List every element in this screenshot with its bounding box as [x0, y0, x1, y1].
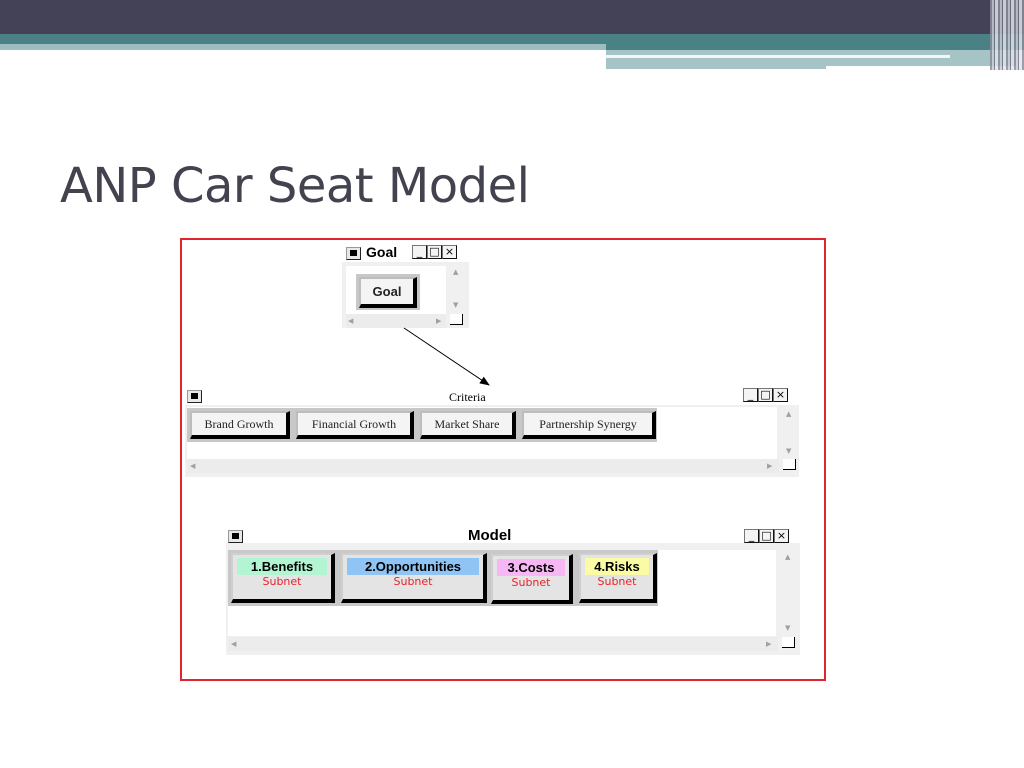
close-icon[interactable]: × — [773, 388, 788, 402]
scroll-right-icon[interactable]: ▶ — [767, 462, 772, 470]
slide-title: ANP Car Seat Model — [60, 158, 530, 214]
criteria-node-partnership-synergy[interactable]: Partnership Synergy — [522, 411, 656, 439]
model-window-titlebar — [226, 525, 800, 543]
model-window-title: Model — [468, 527, 512, 544]
criteria-horizontal-scrollbar[interactable]: ◀ ▶ — [187, 459, 779, 473]
model-window-controls: _ □ × — [744, 529, 789, 543]
goal-node-label: Goal — [372, 284, 402, 299]
node-label: 2.Opportunities — [347, 558, 479, 575]
goal-size-grip[interactable] — [450, 314, 463, 325]
scroll-up-icon[interactable]: ▲ — [453, 268, 458, 276]
maximize-icon[interactable]: □ — [758, 388, 773, 402]
subnet-label: Subnet — [511, 576, 551, 589]
header-band-light — [0, 44, 606, 50]
criteria-size-grip[interactable] — [783, 459, 796, 470]
model-node-opportunities[interactable]: 2.Opportunities Subnet — [341, 553, 487, 603]
model-vertical-scrollbar[interactable]: ▲ ▼ — [780, 550, 798, 636]
scroll-up-icon[interactable]: ▲ — [786, 410, 791, 418]
criteria-window-controls: _ □ × — [743, 388, 788, 402]
criteria-vertical-scrollbar[interactable]: ▲ ▼ — [781, 407, 799, 459]
maximize-icon[interactable]: □ — [427, 245, 442, 259]
goal-node[interactable]: Goal — [359, 277, 417, 308]
model-node-costs[interactable]: 3.Costs Subnet — [491, 554, 573, 604]
subnet-label: Subnet — [393, 575, 433, 588]
node-label: 4.Risks — [585, 558, 649, 575]
system-menu-icon[interactable] — [346, 247, 361, 260]
maximize-icon[interactable]: □ — [759, 529, 774, 543]
model-node-benefits[interactable]: 1.Benefits Subnet — [231, 553, 335, 603]
goal-window-title: Goal — [366, 244, 398, 260]
model-screenshot-frame: Goal _ □ × Goal ▲ ▼ ◀ ▶ Criteria _ □ × B… — [180, 238, 826, 681]
node-label: Financial Growth — [311, 417, 397, 431]
goal-horizontal-scrollbar[interactable]: ◀ ▶ — [346, 314, 446, 328]
header-stripes — [990, 0, 1024, 70]
minimize-icon[interactable]: _ — [743, 388, 758, 402]
scroll-down-icon[interactable]: ▼ — [453, 301, 458, 309]
scroll-left-icon[interactable]: ◀ — [190, 462, 195, 470]
node-label: 3.Costs — [497, 559, 565, 576]
criteria-node-brand-growth[interactable]: Brand Growth — [190, 411, 290, 439]
link-arrow — [403, 327, 490, 386]
subnet-label: Subnet — [262, 575, 302, 588]
criteria-window-titlebar — [185, 387, 799, 405]
model-node-risks[interactable]: 4.Risks Subnet — [579, 553, 657, 603]
scroll-down-icon[interactable]: ▼ — [786, 447, 791, 455]
criteria-node-market-share[interactable]: Market Share — [420, 411, 516, 439]
scroll-left-icon[interactable]: ◀ — [231, 640, 236, 648]
node-label: 1.Benefits — [237, 558, 327, 575]
model-size-grip[interactable] — [782, 637, 795, 648]
scroll-right-icon[interactable]: ▶ — [436, 317, 441, 325]
system-menu-icon[interactable] — [228, 530, 243, 543]
model-horizontal-scrollbar[interactable]: ◀ ▶ — [228, 637, 778, 651]
minimize-icon[interactable]: _ — [412, 245, 427, 259]
scroll-up-icon[interactable]: ▲ — [785, 553, 790, 561]
model-window: Model _ □ × 1.Benefits Subnet 2.Opportun… — [226, 525, 800, 655]
criteria-window: Criteria _ □ × Brand Growth Financial Gr… — [185, 387, 799, 477]
scroll-down-icon[interactable]: ▼ — [785, 624, 790, 632]
scroll-left-icon[interactable]: ◀ — [348, 317, 353, 325]
scroll-right-icon[interactable]: ▶ — [766, 640, 771, 648]
goal-window: Goal _ □ × Goal ▲ ▼ ◀ ▶ — [342, 244, 469, 328]
header-gap-right — [826, 66, 1016, 70]
system-menu-icon[interactable] — [187, 390, 202, 403]
header-band-dark — [0, 0, 1024, 34]
node-label: Brand Growth — [204, 417, 274, 431]
node-label: Partnership Synergy — [539, 417, 637, 431]
goal-vertical-scrollbar[interactable]: ▲ ▼ — [448, 266, 466, 314]
node-label: Market Share — [434, 417, 500, 431]
close-icon[interactable]: × — [774, 529, 789, 543]
minimize-icon[interactable]: _ — [744, 529, 759, 543]
subnet-label: Subnet — [597, 575, 637, 588]
criteria-window-title: Criteria — [449, 390, 486, 404]
criteria-node-financial-growth[interactable]: Financial Growth — [296, 411, 414, 439]
goal-window-controls: _ □ × — [412, 245, 457, 259]
close-icon[interactable]: × — [442, 245, 457, 259]
header-line-right — [606, 55, 950, 58]
